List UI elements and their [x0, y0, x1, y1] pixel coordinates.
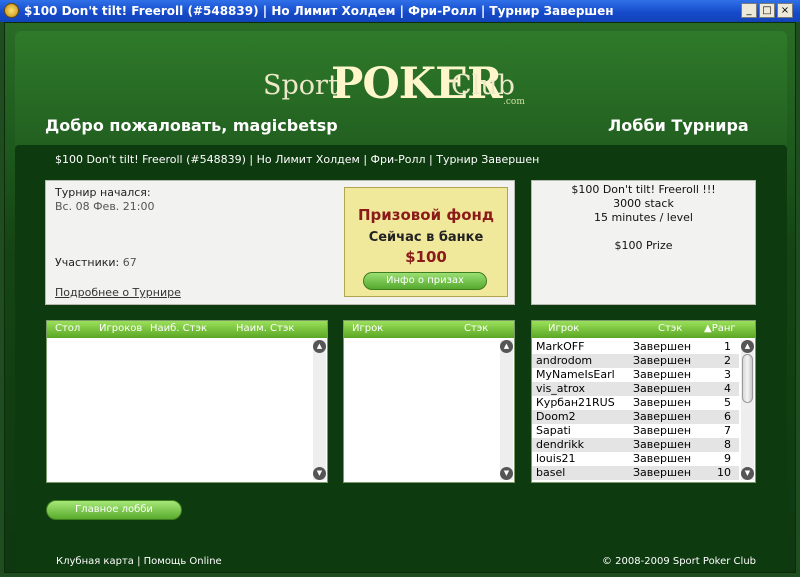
player-name: Sapati: [536, 424, 571, 437]
player-status: Завершен: [633, 452, 692, 465]
player-status: Завершен: [633, 410, 692, 423]
player-status: Завершен: [633, 396, 692, 409]
player-status: Завершен: [633, 438, 692, 451]
players-scrollbar[interactable]: ▲ ▼: [741, 340, 754, 480]
player-name: MyNameIsEarl: [536, 368, 615, 381]
close-button[interactable]: ×: [777, 3, 793, 18]
window-title: $100 Don't tilt! Freeroll (#548839) | Но…: [24, 4, 614, 18]
maximize-button[interactable]: □: [759, 3, 775, 18]
col-stack[interactable]: Стэк: [464, 323, 488, 334]
player-name: MarkOFF: [536, 340, 585, 353]
col-min-stack[interactable]: Наим. Стэк: [236, 323, 294, 334]
col-player[interactable]: Игрок: [352, 323, 383, 334]
player-name: vis_atrox: [536, 382, 586, 395]
player-rank: 8: [724, 438, 731, 451]
scroll-thumb[interactable]: [742, 354, 753, 403]
player-status: Завершен: [633, 340, 692, 353]
tournament-players-list[interactable]: Игрок Стэк ▲Ранг MarkOFF Завершен 1 androdo…: [531, 320, 756, 483]
scroll-down-icon[interactable]: ▼: [741, 467, 754, 480]
table-row[interactable]: louis21 Завершен 9: [532, 452, 739, 466]
description-line: [532, 225, 755, 239]
player-rank: 7: [724, 424, 731, 437]
col-max-stack[interactable]: Наиб. Стэк: [150, 323, 207, 334]
player-rank: 9: [724, 452, 731, 465]
started-value: Вс. 08 Фев. 21:00: [55, 200, 155, 213]
col-player[interactable]: Игрок: [548, 323, 579, 334]
col-rank[interactable]: ▲Ранг: [704, 323, 736, 334]
table-row[interactable]: Курбан21RUS Завершен 5: [532, 396, 739, 410]
scroll-down-icon[interactable]: ▼: [313, 467, 326, 480]
player-rank: 1: [724, 340, 731, 353]
prize-pool-subtitle: Сейчас в банке: [368, 230, 484, 245]
player-status: Завершен: [633, 424, 692, 437]
main-lobby-button[interactable]: Главное лобби: [46, 500, 182, 520]
player-rank: 6: [724, 410, 731, 423]
prize-pool-title: Призовой фонд: [357, 206, 495, 224]
logo-com: .com: [503, 97, 525, 107]
player-name: dendrikk: [536, 438, 585, 451]
player-name: Курбан21RUS: [536, 396, 615, 409]
table-players-list[interactable]: Игрок Стэк ▲ ▼: [343, 320, 515, 483]
tournament-details-link[interactable]: Подробнее о Турнире: [55, 286, 181, 299]
table-row[interactable]: dendrikk Завершен 8: [532, 438, 739, 452]
participants-label-text: Участники:: [55, 256, 120, 269]
started-label: Турнир начался:: [55, 186, 151, 199]
player-name: Doom2: [536, 410, 576, 423]
table-players-scrollbar[interactable]: ▲ ▼: [500, 340, 513, 480]
player-status: Завершен: [633, 354, 692, 367]
player-name: basel: [536, 466, 566, 479]
scroll-up-icon[interactable]: ▲: [741, 340, 754, 353]
minimize-button[interactable]: _: [741, 3, 757, 18]
tables-list[interactable]: Стол Игроков Наиб. Стэк Наим. Стэк ▲ ▼: [46, 320, 328, 483]
description-line: 15 minutes / level: [594, 211, 693, 224]
lobby-frame: Sport POKER Club .com Добро пожаловать, …: [4, 22, 796, 573]
description-line: 3000 stack: [613, 197, 674, 210]
table-players-header: Игрок Стэк: [344, 321, 514, 338]
player-status: Завершен: [633, 382, 692, 395]
player-rank: 3: [724, 368, 731, 381]
scroll-up-icon[interactable]: ▲: [313, 340, 326, 353]
player-status: Завершен: [633, 466, 692, 479]
participants-label: Участники: 67: [55, 256, 137, 269]
player-name: louis21: [536, 452, 576, 465]
tournament-description: $100 Don't tilt! Freeroll !!! 3000 stack…: [531, 180, 756, 305]
player-rank: 10: [717, 466, 731, 479]
app-chip-icon: [4, 3, 19, 18]
tables-scrollbar[interactable]: ▲ ▼: [313, 340, 326, 480]
scroll-down-icon[interactable]: ▼: [500, 467, 513, 480]
window-title-bar[interactable]: $100 Don't tilt! Freeroll (#548839) | Но…: [0, 0, 800, 22]
scroll-up-icon[interactable]: ▲: [500, 340, 513, 353]
table-row[interactable]: MarkOFF Завершен 1: [532, 340, 739, 354]
player-name: androdom: [536, 354, 593, 367]
welcome-text: Добро пожаловать, magicbetsp: [45, 116, 338, 135]
table-row[interactable]: basel Завершен 10: [532, 466, 739, 480]
logo-sport: Sport: [263, 70, 339, 101]
table-row[interactable]: androdom Завершен 2: [532, 354, 739, 368]
players-list-header: Игрок Стэк ▲Ранг: [532, 321, 755, 338]
description-line: $100 Prize: [614, 239, 673, 252]
table-row[interactable]: MyNameIsEarl Завершен 3: [532, 368, 739, 382]
tournament-info-panel: Турнир начался: Вс. 08 Фев. 21:00 Участн…: [45, 180, 515, 305]
player-rank: 2: [724, 354, 731, 367]
participants-count: 67: [122, 256, 137, 269]
col-stack[interactable]: Стэк: [658, 323, 682, 334]
table-row[interactable]: Sapati Завершен 7: [532, 424, 739, 438]
player-rank: 4: [724, 382, 731, 395]
table-row[interactable]: vis_atrox Завершен 4: [532, 382, 739, 396]
footer-copyright: © 2008-2009 Sport Poker Club: [602, 556, 757, 567]
footer-links[interactable]: Клубная карта | Помощь Online: [56, 556, 222, 567]
player-rank: 5: [724, 396, 731, 409]
tables-list-header: Стол Игроков Наиб. Стэк Наим. Стэк: [47, 321, 327, 338]
tournament-breadcrumb: $100 Don't tilt! Freeroll (#548839) | Но…: [55, 153, 540, 166]
col-players[interactable]: Игроков: [99, 323, 142, 334]
table-row[interactable]: Doom2 Завершен 6: [532, 410, 739, 424]
col-table[interactable]: Стол: [55, 323, 80, 334]
prize-pool-amount: $100: [405, 248, 447, 266]
prize-info-button[interactable]: Инфо о призах: [363, 272, 487, 290]
player-status: Завершен: [633, 368, 692, 381]
lobby-title: Лобби Турнира: [608, 116, 749, 135]
description-line: $100 Don't tilt! Freeroll !!!: [571, 183, 716, 196]
prize-pool-box: Призовой фонд Сейчас в банке $100 Инфо о…: [344, 187, 508, 297]
